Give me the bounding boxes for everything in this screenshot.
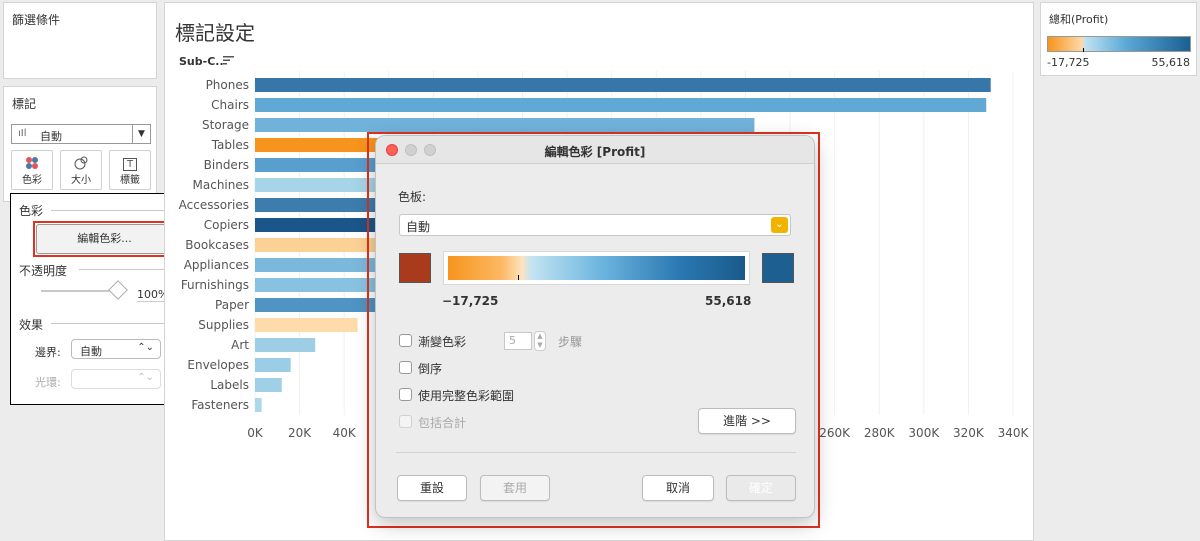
marks-title: 標記 xyxy=(12,97,37,111)
page-title: 標記設定 xyxy=(175,21,255,45)
category-label[interactable]: Supplies xyxy=(198,318,249,332)
include-totals-label: 包括合計 xyxy=(418,416,467,430)
steps-label: 步驟 xyxy=(558,335,583,349)
bar-phones[interactable] xyxy=(255,78,991,92)
category-label[interactable]: Phones xyxy=(206,78,249,92)
palette-select[interactable]: 自動 ⌄ xyxy=(399,214,791,236)
edit-colors-dialog: 編輯色彩 [Profit] 色板: 自動 ⌄ −17,725 55,618 漸變… xyxy=(375,135,815,518)
cancel-button[interactable]: 取消 xyxy=(642,475,714,501)
legend-min-label: -17,725 xyxy=(1047,56,1090,69)
chevron-updown-icon: ⌃⌄ xyxy=(137,372,154,383)
ok-button[interactable]: 確定 xyxy=(726,475,796,501)
dialog-titlebar[interactable]: 編輯色彩 [Profit] xyxy=(376,136,814,164)
reverse-label: 倒序 xyxy=(418,362,443,376)
chevron-updown-icon: ⌃⌄ xyxy=(137,342,154,353)
color-legend[interactable]: 總和(Profit) -17,725 55,618 xyxy=(1040,2,1197,76)
bar-storage[interactable] xyxy=(255,118,755,132)
bar-labels[interactable] xyxy=(255,378,282,392)
opacity-section-title: 不透明度 xyxy=(19,264,68,278)
text-icon: T xyxy=(110,156,150,171)
bar-supplies[interactable] xyxy=(255,318,358,332)
bar-chairs[interactable] xyxy=(255,98,987,112)
legend-zero-tick xyxy=(1083,48,1084,52)
mark-type-value: 自動 xyxy=(40,130,62,143)
category-label[interactable]: Machines xyxy=(193,178,249,192)
opacity-slider-thumb[interactable] xyxy=(108,280,128,300)
category-label[interactable]: Paper xyxy=(215,298,249,312)
apply-button[interactable]: 套用 xyxy=(480,475,550,501)
mark-type-dropdown[interactable]: ıIl 自動 ▼ xyxy=(11,124,151,144)
category-label[interactable]: Chairs xyxy=(211,98,249,112)
x-tick-label: 320K xyxy=(953,426,985,440)
category-label[interactable]: Copiers xyxy=(204,218,249,232)
color-mark-button[interactable]: 色彩 xyxy=(11,150,53,190)
bar-art[interactable] xyxy=(255,338,316,352)
reverse-checkbox[interactable] xyxy=(399,361,412,374)
x-tick-label: 40K xyxy=(333,426,357,440)
full-range-checkbox[interactable] xyxy=(399,388,412,401)
marks-card: 標記 ıIl 自動 ▼ 色彩 大小 T 標籤 xyxy=(3,86,157,202)
edit-color-button[interactable]: 編輯色彩... xyxy=(36,224,173,254)
chevron-down-icon: ⌄ xyxy=(771,217,788,233)
x-tick-label: 300K xyxy=(908,426,940,440)
advanced-button[interactable]: 進階 >> xyxy=(698,408,796,434)
palette-value: 自動 xyxy=(406,220,431,234)
legend-max-label: 55,618 xyxy=(1151,56,1191,69)
x-tick-label: 260K xyxy=(819,426,851,440)
category-label[interactable]: Art xyxy=(231,338,249,352)
x-tick-label: 20K xyxy=(288,426,312,440)
label-mark-label: 標籤 xyxy=(120,175,140,186)
category-label[interactable]: Envelopes xyxy=(187,358,249,372)
x-tick-label: 340K xyxy=(998,426,1030,440)
category-label[interactable]: Binders xyxy=(204,158,249,172)
legend-gradient xyxy=(1047,36,1191,52)
steps-input[interactable]: 5 xyxy=(504,332,532,350)
category-label[interactable]: Storage xyxy=(202,118,249,132)
halo-label: 光環: xyxy=(35,376,61,389)
color-ramp-zero-tick xyxy=(518,275,519,280)
category-label[interactable]: Fasteners xyxy=(191,398,249,412)
effects-section-title: 效果 xyxy=(19,318,44,332)
halo-select[interactable]: ⌃⌄ xyxy=(71,369,161,389)
x-tick-label: 280K xyxy=(864,426,896,440)
category-label[interactable]: Labels xyxy=(210,378,249,392)
start-color-swatch[interactable] xyxy=(399,253,431,283)
filters-shelf[interactable]: 篩選條件 xyxy=(3,2,157,79)
category-label[interactable]: Furnishings xyxy=(181,278,249,292)
include-totals-checkbox[interactable] xyxy=(399,415,412,428)
full-range-label: 使用完整色彩範圍 xyxy=(418,389,515,403)
legend-title: 總和(Profit) xyxy=(1049,13,1109,26)
stepped-color-label: 漸變色彩 xyxy=(418,335,467,349)
bar-chart-icon: ıIl xyxy=(18,128,27,139)
category-label[interactable]: Tables xyxy=(211,138,249,152)
bar-fasteners[interactable] xyxy=(255,398,262,412)
border-value: 自動 xyxy=(80,345,102,358)
color-ramp xyxy=(443,251,750,285)
size-mark-button[interactable]: 大小 xyxy=(60,150,102,190)
divider xyxy=(396,452,796,453)
chevron-down-icon: ▼ xyxy=(132,125,150,143)
steps-stepper[interactable]: ▲ ▼ xyxy=(534,331,546,351)
dialog-title: 編輯色彩 [Profit] xyxy=(544,145,646,159)
size-mark-label: 大小 xyxy=(71,175,91,186)
category-label[interactable]: Bookcases xyxy=(185,238,249,252)
reset-button[interactable]: 重設 xyxy=(397,475,467,501)
category-label[interactable]: Appliances xyxy=(184,258,249,272)
border-label: 邊界: xyxy=(35,346,61,359)
stepped-color-checkbox[interactable] xyxy=(399,334,412,347)
range-min-label: −17,725 xyxy=(442,294,499,308)
color-ramp-gradient xyxy=(448,256,745,280)
category-label[interactable]: Accessories xyxy=(179,198,249,212)
end-color-swatch[interactable] xyxy=(762,253,794,283)
border-select[interactable]: 自動 ⌃⌄ xyxy=(71,339,161,359)
x-tick-label: 0K xyxy=(247,426,264,440)
color-mark-label: 色彩 xyxy=(22,175,42,186)
filters-title: 篩選條件 xyxy=(12,13,61,27)
bar-envelopes[interactable] xyxy=(255,358,291,372)
range-max-label: 55,618 xyxy=(705,294,752,308)
color-section-title: 色彩 xyxy=(19,204,44,218)
label-mark-button[interactable]: T 標籤 xyxy=(109,150,151,190)
palette-label: 色板: xyxy=(398,190,427,204)
